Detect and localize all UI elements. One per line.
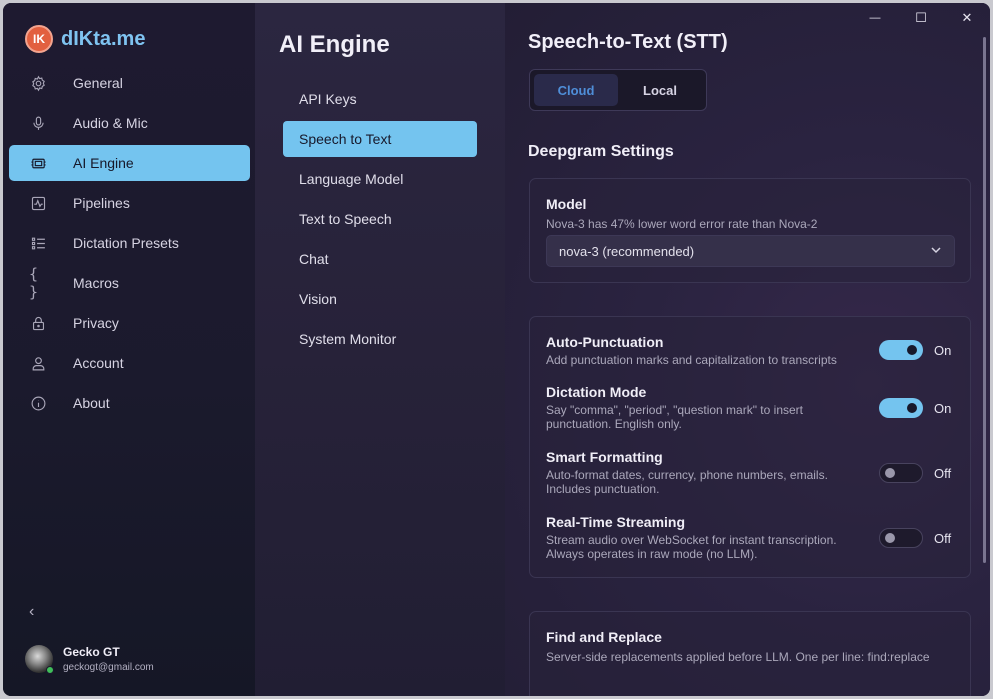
toggle-state: Off xyxy=(934,531,952,546)
info-icon xyxy=(29,394,47,412)
subnav-item-system-monitor[interactable]: System Monitor xyxy=(283,321,477,357)
dictation-mode-toggle[interactable] xyxy=(879,398,923,418)
subnav-item-vision[interactable]: Vision xyxy=(283,281,477,317)
app-logo: IK xyxy=(25,25,53,53)
sidebar-item-macros[interactable]: { } Macros xyxy=(9,265,250,301)
subnav-item-speech-to-text[interactable]: Speech to Text xyxy=(283,121,477,157)
sidebar-item-general[interactable]: General xyxy=(9,65,250,101)
sidebar-item-ai-engine[interactable]: AI Engine xyxy=(9,145,250,181)
setting-description: Add punctuation marks and capitalization… xyxy=(546,353,837,367)
model-label: Model xyxy=(546,196,587,212)
cloud-tab[interactable]: Cloud xyxy=(534,74,618,106)
transcription-options-card: Auto-Punctuation Add punctuation marks a… xyxy=(529,316,971,578)
user-email: geckogt@gmail.com xyxy=(63,662,154,673)
setting-description: Say "comma", "period", "question mark" t… xyxy=(546,403,803,417)
subnav-item-chat[interactable]: Chat xyxy=(283,241,477,277)
setting-label: Dictation Mode xyxy=(546,384,647,400)
close-button[interactable]: ✕ xyxy=(944,3,990,33)
setting-description: Auto-format dates, currency, phone numbe… xyxy=(546,468,828,482)
sidebar-item-label: Audio & Mic xyxy=(73,115,148,131)
chevron-down-icon xyxy=(930,244,942,259)
setting-label: Auto-Punctuation xyxy=(546,334,664,350)
subnav-item-language-model[interactable]: Language Model xyxy=(283,161,477,197)
find-replace-card: Find and Replace Server-side replacement… xyxy=(529,611,971,696)
model-card: Model Nova-3 has 47% lower word error ra… xyxy=(529,178,971,283)
panel-title: AI Engine xyxy=(279,31,390,58)
toggle-state: Off xyxy=(934,466,952,481)
toggle-knob xyxy=(885,468,895,478)
subnav: API Keys Speech to Text Language Model T… xyxy=(283,81,477,361)
setting-description-line2: punctuation. English only. xyxy=(546,417,682,431)
page-title: Speech-to-Text (STT) xyxy=(528,31,728,53)
find-replace-description: Server-side replacements applied before … xyxy=(546,650,930,664)
sidebar-item-label: Privacy xyxy=(73,315,119,331)
window-controls: — ☐ ✕ xyxy=(852,3,990,33)
model-description: Nova-3 has 47% lower word error rate tha… xyxy=(546,217,818,231)
real-time-streaming-toggle[interactable] xyxy=(879,528,923,548)
toggle-knob xyxy=(885,533,895,543)
sidebar-item-account[interactable]: Account xyxy=(9,345,250,381)
setting-description-line2: Includes punctuation. xyxy=(546,482,660,496)
toggle-knob xyxy=(907,345,917,355)
setting-description-line2: Always operates in raw mode (no LLM). xyxy=(546,547,758,561)
minimize-button[interactable]: — xyxy=(852,3,898,33)
subnav-item-api-keys[interactable]: API Keys xyxy=(283,81,477,117)
chip-icon xyxy=(29,154,47,172)
sidebar: IK dIKta.me General Audio & Mic AI Engin… xyxy=(3,3,255,696)
microphone-icon xyxy=(29,114,47,132)
sidebar-item-label: Macros xyxy=(73,275,119,291)
pulse-icon xyxy=(29,194,47,212)
sidebar-item-dictation-presets[interactable]: Dictation Presets xyxy=(9,225,250,261)
user-name: Gecko GT xyxy=(63,645,120,659)
stt-mode-toggle: Cloud Local xyxy=(529,69,707,111)
setting-label: Smart Formatting xyxy=(546,449,663,465)
collapse-sidebar-icon[interactable]: ‹ xyxy=(29,603,34,621)
local-tab[interactable]: Local xyxy=(618,74,702,106)
list-icon xyxy=(29,234,47,252)
toggle-state: On xyxy=(934,401,952,416)
content-scrollbar[interactable] xyxy=(983,37,986,563)
toggle-knob xyxy=(907,403,917,413)
model-select[interactable]: nova-3 (recommended) xyxy=(546,235,955,267)
sidebar-item-label: Pipelines xyxy=(73,195,130,211)
user-profile[interactable]: Gecko GT geckogt@gmail.com xyxy=(25,645,154,674)
settings-content: — ☐ ✕ Speech-to-Text (STT) Cloud Local D… xyxy=(505,3,990,696)
sidebar-item-label: AI Engine xyxy=(73,155,134,171)
ai-engine-subnav-panel: AI Engine API Keys Speech to Text Langua… xyxy=(255,3,505,696)
sidebar-nav: General Audio & Mic AI Engine Pipelines xyxy=(9,65,250,425)
braces-icon: { } xyxy=(29,265,39,301)
find-replace-label: Find and Replace xyxy=(546,629,662,645)
avatar xyxy=(25,645,54,674)
maximize-button[interactable]: ☐ xyxy=(898,3,944,33)
brand: IK dIKta.me xyxy=(25,25,145,53)
smart-formatting-toggle[interactable] xyxy=(879,463,923,483)
setting-description: Stream audio over WebSocket for instant … xyxy=(546,533,837,547)
sidebar-item-label: About xyxy=(73,395,110,411)
subnav-item-text-to-speech[interactable]: Text to Speech xyxy=(283,201,477,237)
model-select-value: nova-3 (recommended) xyxy=(559,243,695,259)
sidebar-item-label: General xyxy=(73,75,123,91)
setting-label: Real-Time Streaming xyxy=(546,514,686,530)
sidebar-item-label: Account xyxy=(73,355,124,371)
gear-icon xyxy=(29,74,47,92)
sidebar-item-audio-mic[interactable]: Audio & Mic xyxy=(9,105,250,141)
sidebar-item-privacy[interactable]: Privacy xyxy=(9,305,250,341)
sidebar-item-about[interactable]: About xyxy=(9,385,250,421)
sidebar-item-label: Dictation Presets xyxy=(73,235,179,251)
online-status-icon xyxy=(46,666,54,674)
lock-icon xyxy=(29,314,47,332)
section-title: Deepgram Settings xyxy=(528,143,674,160)
sidebar-item-pipelines[interactable]: Pipelines xyxy=(9,185,250,221)
app-window: IK dIKta.me General Audio & Mic AI Engin… xyxy=(3,3,990,696)
auto-punctuation-toggle[interactable] xyxy=(879,340,923,360)
person-icon xyxy=(29,354,47,372)
app-name: dIKta.me xyxy=(61,27,146,50)
toggle-state: On xyxy=(934,343,952,358)
